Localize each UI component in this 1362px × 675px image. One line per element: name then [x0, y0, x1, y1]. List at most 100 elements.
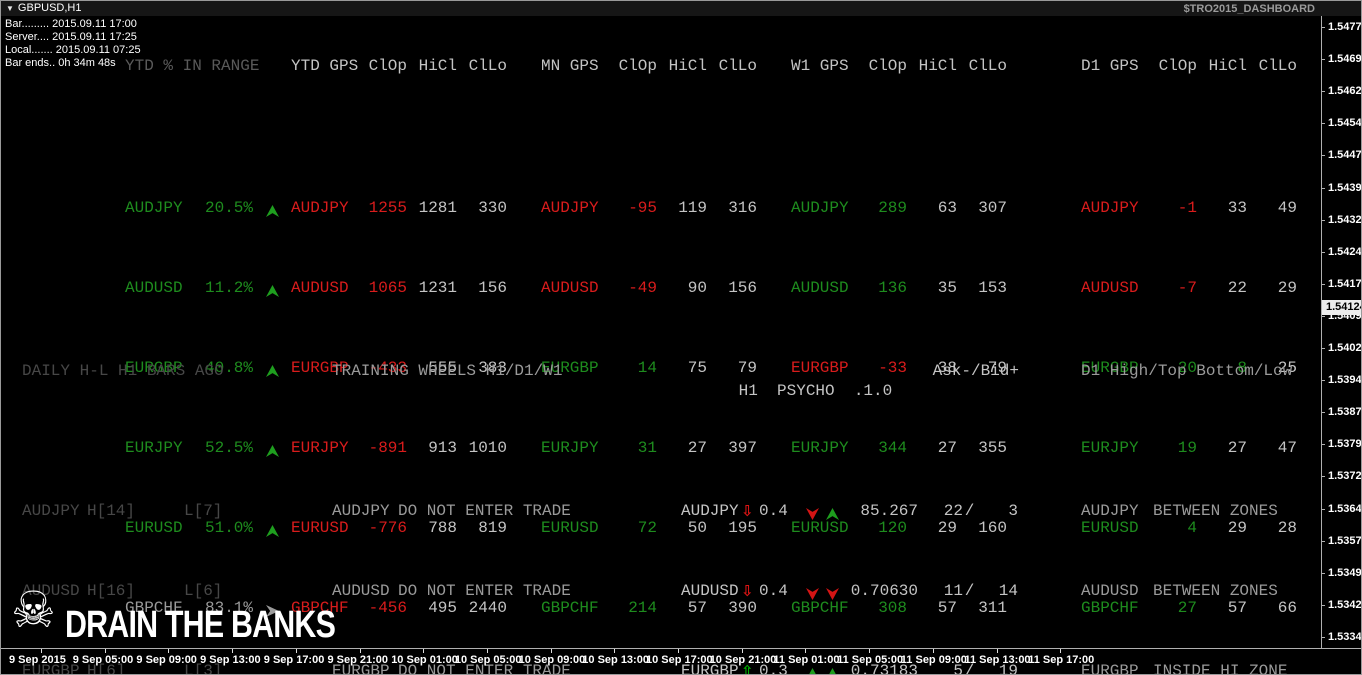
price-axis-tick	[1321, 27, 1325, 28]
pair-label: AUDUSD	[332, 582, 390, 600]
price-axis-tick	[1321, 572, 1325, 574]
time-axis-label: 10 Sep 13:00	[582, 654, 649, 666]
hicl-value: 119	[678, 199, 707, 217]
d1-gps-header: D1 GPS ClOp HiCl ClLo	[1072, 56, 1297, 78]
price-axis-label: 1.54620	[1328, 85, 1362, 98]
ask-count: 11	[943, 582, 963, 600]
table-title: D1 GPS	[1081, 57, 1139, 75]
low-bars-ago: L[7]	[184, 502, 223, 520]
clop-value: 136	[878, 279, 907, 297]
price-axis-tick	[1321, 187, 1325, 189]
trend-arrow-icon	[266, 205, 279, 217]
time-axis-label: 10 Sep 09:00	[518, 654, 586, 666]
price-axis-label: 1.54020	[1328, 342, 1362, 354]
col-hicl: HiCl	[668, 57, 707, 75]
col-hicl: HiCl	[918, 57, 957, 75]
clop-value: -1	[1177, 199, 1197, 217]
zone-row: AUDUSD BETWEEN ZONES	[1072, 581, 1292, 601]
time-axis-label: 11 Sep 01:00	[773, 654, 840, 666]
gps-row: AUDJPY 1255 1281 330	[282, 198, 507, 218]
clop-value: 31	[637, 439, 657, 457]
pair-label: AUDUSD	[791, 279, 849, 297]
hicl-value: 33	[1227, 199, 1247, 217]
d1-zones-header: D1 High/Top Bottom/Low	[1081, 362, 1293, 380]
focus-star	[323, 581, 332, 601]
bid-count: 3	[1008, 502, 1018, 520]
clop-value: 214	[628, 599, 657, 617]
time-axis[interactable]: 9 Sep 2015 9 Sep 05:00 9 Sep 09:00 9 Sep 13…	[1, 648, 1361, 674]
collapse-chart-icon[interactable]: ▼	[6, 4, 14, 13]
price-axis-label: 1.54695	[1328, 53, 1362, 66]
trend-arrow-cell	[253, 518, 279, 542]
trade-advice-text: DO NOT ENTER TRADE	[398, 502, 571, 520]
price-axis-tick	[1321, 348, 1325, 349]
trend-arrow-cell	[253, 358, 279, 382]
gps-row: AUDJPY -95 119 316	[532, 198, 757, 218]
training-wheels-table: TRAINING WHEELS H1/D1/W1 AUDJPY DO NOT E…	[323, 321, 582, 674]
change-value: 0.4	[759, 502, 788, 520]
daily-hl-row: AUDJPY H[14] L[7]	[13, 501, 232, 521]
price-axis-tick	[1321, 315, 1325, 317]
direction-icon	[741, 501, 759, 525]
focus-star	[1072, 501, 1081, 521]
time-axis-tick	[1060, 649, 1062, 653]
hicl-value: 35	[937, 279, 957, 297]
skull-crossbones-icon: ☠	[11, 581, 56, 639]
focus-star	[1072, 278, 1081, 298]
mt4-chart-window: ▼ GBPUSD,H1 $TRO2015_DASHBOARD Bar.......…	[0, 0, 1362, 675]
price-axis-label: 1.53645	[1328, 502, 1362, 515]
clop-value: -7	[1177, 279, 1197, 297]
focus-star	[323, 501, 332, 521]
cllo-value: 156	[728, 279, 757, 297]
cllo-value: 330	[478, 199, 507, 217]
price-axis-tick	[1321, 508, 1325, 510]
focus-star	[116, 278, 125, 302]
price-axis[interactable]: 1.54770 1.54695 1.54620 1.54545 1.54470 1.543…	[1321, 1, 1362, 648]
range-percent-value: 20.5%	[204, 199, 253, 217]
trend-icon-2	[826, 581, 842, 605]
time-axis-label: 11 Sep 05:00	[837, 654, 904, 666]
price-axis-tick	[1321, 604, 1325, 606]
table-title: YTD GPS	[291, 57, 359, 75]
time-axis-tick	[678, 649, 679, 653]
pair-label: AUDJPY	[125, 199, 183, 217]
focus-star	[116, 198, 125, 222]
focus-star	[532, 278, 541, 298]
trend-arrow-icon	[266, 445, 279, 457]
focus-star	[282, 518, 291, 538]
gps-row: AUDJPY 289 63 307	[782, 198, 1007, 218]
mn-gps-header: MN GPS ClOp HiCl ClLo	[532, 56, 757, 78]
price-axis-label: 1.53870	[1328, 406, 1362, 419]
ytd-range-row: AUDUSD 11.2%	[116, 278, 293, 298]
cllo-value: 49	[1277, 199, 1297, 217]
price-axis-tick	[1321, 380, 1325, 382]
col-cllo: ClLo	[1258, 57, 1297, 75]
time-axis-label: 9 Sep 17:00	[263, 654, 325, 666]
col-clop: ClOp	[868, 57, 907, 75]
ytd-gps-header: YTD GPS ClOp HiCl ClLo	[282, 56, 507, 78]
gps-row: AUDUSD -49 90 156	[532, 278, 757, 298]
price-axis-label: 1.54245	[1328, 245, 1362, 258]
price-axis-tick	[1321, 251, 1325, 253]
trend-icon-1	[806, 581, 822, 605]
pair-label: AUDJPY	[1081, 502, 1139, 520]
col-clop: ClOp	[368, 57, 407, 75]
price-axis-label: 1.53720	[1328, 470, 1362, 483]
focus-star	[282, 438, 291, 458]
time-axis-tick	[232, 649, 234, 653]
focus-star	[282, 198, 291, 218]
clop-value: 14	[637, 359, 657, 377]
ask-bid-separator: /	[964, 582, 975, 600]
time-axis-label: 10 Sep 05:00	[454, 654, 522, 666]
col-cllo: ClLo	[718, 57, 757, 75]
low-bars-ago: L[6]	[184, 582, 223, 600]
time-axis-label: 11 Sep 17:00	[1028, 654, 1095, 666]
ytd-range-row: AUDJPY 20.5%	[116, 198, 293, 218]
ask-bid-header: Ask-/Bid+	[932, 362, 1019, 380]
time-axis-label: 9 Sep 05:00	[72, 654, 134, 666]
pair-label: AUDUSD	[291, 279, 349, 297]
clop-value: -49	[628, 279, 657, 297]
bid-count: 14	[998, 582, 1018, 600]
zone-status-text: BETWEEN ZONES	[1153, 502, 1278, 520]
time-axis-tick	[168, 649, 170, 653]
